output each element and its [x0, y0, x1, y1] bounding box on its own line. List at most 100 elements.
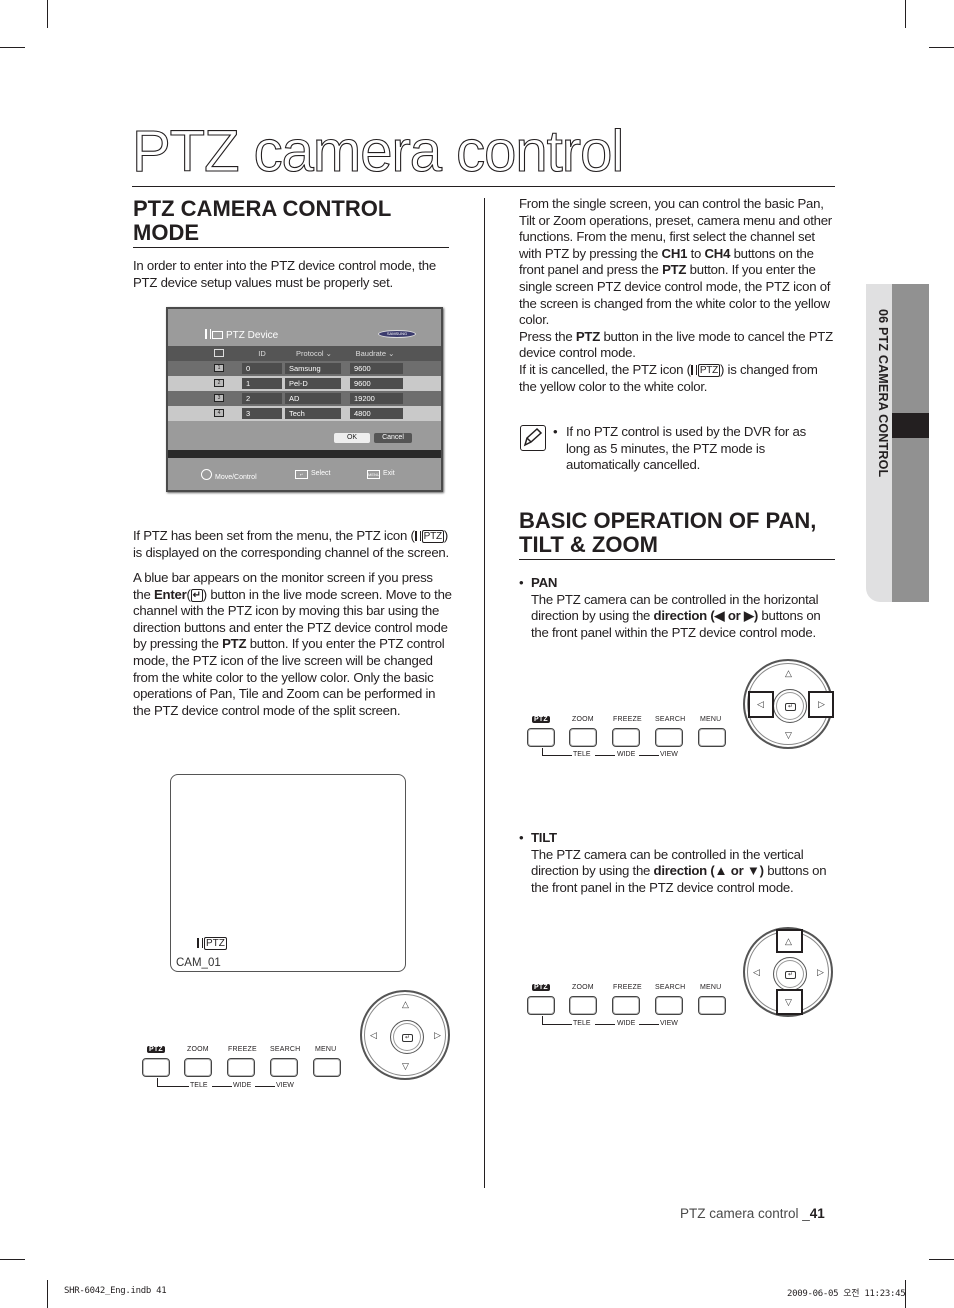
- search-button[interactable]: [655, 728, 683, 747]
- enter-ring[interactable]: ↵: [773, 689, 807, 723]
- enter-key-icon: ↵: [190, 588, 203, 602]
- page-footer: PTZ camera control _41: [680, 1206, 825, 1221]
- footer-text: PTZ camera control _: [680, 1206, 810, 1221]
- right-button-highlight[interactable]: ▷: [808, 691, 834, 718]
- osd-title: PTZ Device: [205, 329, 278, 341]
- menu-button-label: MENU: [700, 716, 722, 723]
- ok-button[interactable]: OK: [334, 433, 370, 443]
- baudrate-field[interactable]: 9600: [350, 378, 403, 389]
- tele-label: TELE: [573, 1020, 591, 1027]
- ptz-button[interactable]: [527, 996, 555, 1015]
- protocol-field[interactable]: Samsung: [285, 363, 341, 374]
- bracket-line: [542, 748, 543, 755]
- ch4-keyword: CH4: [704, 245, 731, 261]
- menu-button-label: MENU: [315, 1046, 337, 1053]
- camera-icon: [414, 531, 421, 541]
- channel-icon: 2: [214, 379, 224, 387]
- freeze-button[interactable]: [612, 996, 640, 1015]
- up-button-highlight[interactable]: △: [776, 929, 803, 953]
- column-baudrate[interactable]: Baudrate ⌄: [345, 346, 405, 361]
- table-row[interactable]: 2 1 Pel-D 9600: [168, 376, 441, 391]
- bracket-line: [639, 1024, 659, 1025]
- menu-button[interactable]: [698, 728, 726, 747]
- zoom-button-label: ZOOM: [572, 716, 594, 723]
- down-arrow-icon[interactable]: ▽: [402, 1062, 409, 1071]
- section-rule: [133, 247, 449, 248]
- text: Press the: [519, 328, 576, 344]
- zoom-button[interactable]: [569, 996, 597, 1015]
- front-panel-diagram: PTZ ZOOM FREEZE SEARCH MENU TELE WIDE VI…: [140, 988, 470, 1098]
- crop-mark: [929, 47, 954, 48]
- front-panel-pan-diagram: PTZ ZOOM FREEZE SEARCH MENU TELE WIDE VI…: [525, 655, 855, 765]
- bullet: •: [519, 575, 524, 590]
- channel-icon: 3: [214, 394, 224, 402]
- down-button-highlight[interactable]: ▽: [776, 989, 803, 1015]
- title-rule: [132, 186, 835, 187]
- hint-text: Select: [311, 470, 331, 477]
- zoom-button[interactable]: [184, 1058, 212, 1077]
- side-tab-label: 06 PTZ CAMERA CONTROL: [876, 309, 890, 478]
- zoom-button[interactable]: [569, 728, 597, 747]
- menu-button[interactable]: [313, 1058, 341, 1077]
- monitor-icon: [212, 331, 223, 339]
- table-row[interactable]: 3 2 AD 19200: [168, 391, 441, 406]
- baudrate-field[interactable]: 4800: [350, 408, 403, 419]
- print-slug-right: 2009-06-05 오전 11:23:45: [787, 1289, 906, 1299]
- ptz-button[interactable]: [527, 728, 555, 747]
- crop-mark: [929, 1259, 954, 1260]
- up-arrow-icon[interactable]: △: [785, 669, 792, 678]
- bullet: •: [519, 830, 524, 845]
- channel-header-icon: [214, 349, 224, 357]
- left-arrow-icon[interactable]: ◁: [370, 1031, 377, 1040]
- freeze-button[interactable]: [612, 728, 640, 747]
- ptz-button-label: PTZ: [532, 716, 550, 723]
- bracket-line: [639, 755, 659, 756]
- text: If no PTZ control is used by the DVR for…: [566, 424, 806, 473]
- right-arrow-icon: ▷: [818, 699, 825, 709]
- column-protocol[interactable]: Protocol ⌄: [285, 346, 343, 361]
- table-row[interactable]: 4 3 Tech 4800: [168, 406, 441, 421]
- menu-button[interactable]: [698, 996, 726, 1015]
- table-row[interactable]: 1 0 Samsung 9600: [168, 361, 441, 376]
- cancel-button[interactable]: Cancel: [374, 433, 412, 443]
- heading-line: BASIC OPERATION OF PAN,: [519, 508, 817, 533]
- left-arrow-icon[interactable]: ◁: [753, 968, 760, 977]
- protocol-field[interactable]: AD: [285, 393, 341, 404]
- id-field[interactable]: 3: [242, 408, 282, 419]
- baudrate-field[interactable]: 9600: [350, 363, 403, 374]
- enter-ring[interactable]: ↵: [390, 1020, 424, 1054]
- crop-mark: [0, 47, 25, 48]
- move-control-hint: Move/Control: [201, 469, 257, 483]
- ptz-indicator: PTZ: [197, 937, 227, 950]
- column-divider: [484, 198, 485, 1188]
- front-panel-tilt-diagram: PTZ ZOOM FREEZE SEARCH MENU TELE WIDE VI…: [525, 925, 855, 1035]
- camera-icon: [205, 329, 211, 339]
- bracket-line: [542, 1024, 572, 1025]
- up-arrow-icon[interactable]: △: [402, 1000, 409, 1009]
- left-button-highlight[interactable]: ◁: [748, 691, 774, 718]
- left-arrow-icon: ◁: [757, 699, 764, 709]
- protocol-field[interactable]: Pel-D: [285, 378, 341, 389]
- protocol-field[interactable]: Tech: [285, 408, 341, 419]
- view-label: VIEW: [276, 1082, 294, 1089]
- right-arrow-icon[interactable]: ▷: [817, 968, 824, 977]
- id-field[interactable]: 0: [242, 363, 282, 374]
- up-arrow-icon: △: [785, 936, 792, 946]
- bracket-line: [595, 755, 615, 756]
- ptz-button[interactable]: [142, 1058, 170, 1077]
- wide-label: WIDE: [233, 1082, 252, 1089]
- page-number: 41: [809, 1206, 825, 1221]
- search-button[interactable]: [655, 996, 683, 1015]
- enter-icon: ↵: [785, 971, 796, 979]
- enter-ring[interactable]: ↵: [773, 957, 807, 991]
- right-arrow-icon[interactable]: ▷: [434, 1031, 441, 1040]
- print-slug-left: SHR-6042_Eng.indb 41: [64, 1286, 167, 1296]
- freeze-button[interactable]: [227, 1058, 255, 1077]
- wide-label: WIDE: [617, 751, 636, 758]
- down-arrow-icon[interactable]: ▽: [785, 731, 792, 740]
- search-button[interactable]: [270, 1058, 298, 1077]
- bracket-line: [595, 1024, 615, 1025]
- baudrate-field[interactable]: 19200: [350, 393, 403, 404]
- id-field[interactable]: 1: [242, 378, 282, 389]
- id-field[interactable]: 2: [242, 393, 282, 404]
